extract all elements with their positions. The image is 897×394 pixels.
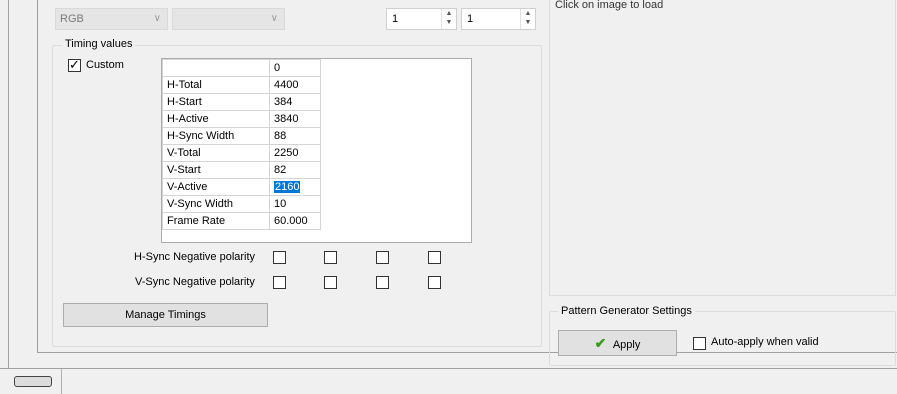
timing-label: H-Total: [162, 76, 270, 94]
hsync-polarity-checkbox-2[interactable]: [324, 251, 337, 264]
panel-frame-left: [37, 0, 38, 352]
timing-label: V-Active: [162, 178, 270, 196]
timing-value-cell[interactable]: 82: [269, 161, 321, 179]
vsync-polarity-label: V-Sync Negative polarity: [135, 276, 255, 288]
window-frame-left: [8, 0, 9, 368]
hsync-polarity-checkbox-1[interactable]: [273, 251, 286, 264]
table-row[interactable]: V-Total 2250: [162, 144, 321, 162]
chevron-down-icon: ∨: [153, 13, 161, 24]
timing-label: Frame Rate: [162, 212, 270, 230]
apply-button[interactable]: ✔ Apply: [558, 330, 677, 356]
image-preview-panel[interactable]: [549, 0, 896, 296]
column-header: 0: [269, 59, 321, 77]
apply-label: Apply: [612, 339, 641, 351]
timing-value-cell[interactable]: 10: [269, 195, 321, 213]
auto-apply-label: Auto-apply when valid: [711, 336, 819, 348]
timing-value-cell[interactable]: 88: [269, 127, 321, 145]
custom-label: Custom: [86, 59, 124, 71]
spin-box-2[interactable]: 1 ▲ ▼: [461, 8, 536, 30]
hsync-polarity-checkbox-4[interactable]: [428, 251, 441, 264]
selected-value[interactable]: 2160: [274, 181, 301, 193]
vsync-polarity-checkbox-4[interactable]: [428, 276, 441, 289]
chevron-down-icon: ∨: [270, 13, 278, 24]
hsync-polarity-checkbox-3[interactable]: [376, 251, 389, 264]
table-row[interactable]: H-Sync Width 88: [162, 127, 321, 145]
vsync-polarity-checkbox-2[interactable]: [324, 276, 337, 289]
custom-checkbox[interactable]: [68, 57, 81, 73]
manage-timings-label: Manage Timings: [125, 309, 206, 321]
timing-value-cell[interactable]: 2160: [269, 178, 321, 196]
timing-label: H-Active: [162, 110, 270, 128]
table-corner: [162, 59, 270, 77]
spin-arrows-icon[interactable]: ▲ ▼: [441, 9, 456, 29]
hsync-polarity-label: H-Sync Negative polarity: [134, 251, 256, 263]
preview-hint: Click on image to load: [555, 0, 664, 11]
table-row[interactable]: V-Sync Width 10: [162, 195, 321, 213]
timing-values-title: Timing values: [62, 38, 136, 50]
table-row[interactable]: Frame Rate 60.000: [162, 212, 321, 230]
timing-label: V-Start: [162, 161, 270, 179]
timing-label: H-Start: [162, 93, 270, 111]
table-row[interactable]: V-Start 82: [162, 161, 321, 179]
spin-box-1-value: 1: [392, 13, 399, 25]
vsync-polarity-checkbox-3[interactable]: [376, 276, 389, 289]
table-row[interactable]: H-Total 4400: [162, 76, 321, 94]
timing-label: H-Sync Width: [162, 127, 270, 145]
table-row[interactable]: V-Active 2160: [162, 178, 321, 196]
timing-value-cell[interactable]: 3840: [269, 110, 321, 128]
status-divider: [61, 369, 62, 394]
timing-value-cell[interactable]: 384: [269, 93, 321, 111]
timing-label: V-Sync Width: [162, 195, 270, 213]
status-toggle-button[interactable]: [14, 376, 52, 387]
table-row[interactable]: H-Active 3840: [162, 110, 321, 128]
pattern-generator-title: Pattern Generator Settings: [558, 305, 695, 317]
color-format-combo[interactable]: RGB ∨: [55, 8, 168, 30]
spin-box-1[interactable]: 1 ▲ ▼: [386, 8, 457, 30]
color-format-value: RGB: [60, 13, 84, 25]
timing-value-cell[interactable]: 4400: [269, 76, 321, 94]
table-header-row: 0: [162, 59, 321, 77]
timing-table[interactable]: 0 H-Total 4400 H-Start 384 H-Active 3840 H-Syn…: [161, 58, 472, 243]
secondary-format-combo[interactable]: ∨: [172, 8, 285, 30]
manage-timings-button[interactable]: Manage Timings: [63, 303, 268, 327]
spin-arrows-icon[interactable]: ▲ ▼: [520, 9, 535, 29]
timing-value-cell[interactable]: 60.000: [269, 212, 321, 230]
status-bar: [0, 369, 897, 394]
auto-apply-checkbox[interactable]: [693, 337, 706, 350]
table-row[interactable]: H-Start 384: [162, 93, 321, 111]
timing-value-cell[interactable]: 2250: [269, 144, 321, 162]
timing-label: V-Total: [162, 144, 270, 162]
checkmark-icon: ✔: [594, 335, 607, 351]
vsync-polarity-checkbox-1[interactable]: [273, 276, 286, 289]
spin-box-2-value: 1: [467, 13, 474, 25]
